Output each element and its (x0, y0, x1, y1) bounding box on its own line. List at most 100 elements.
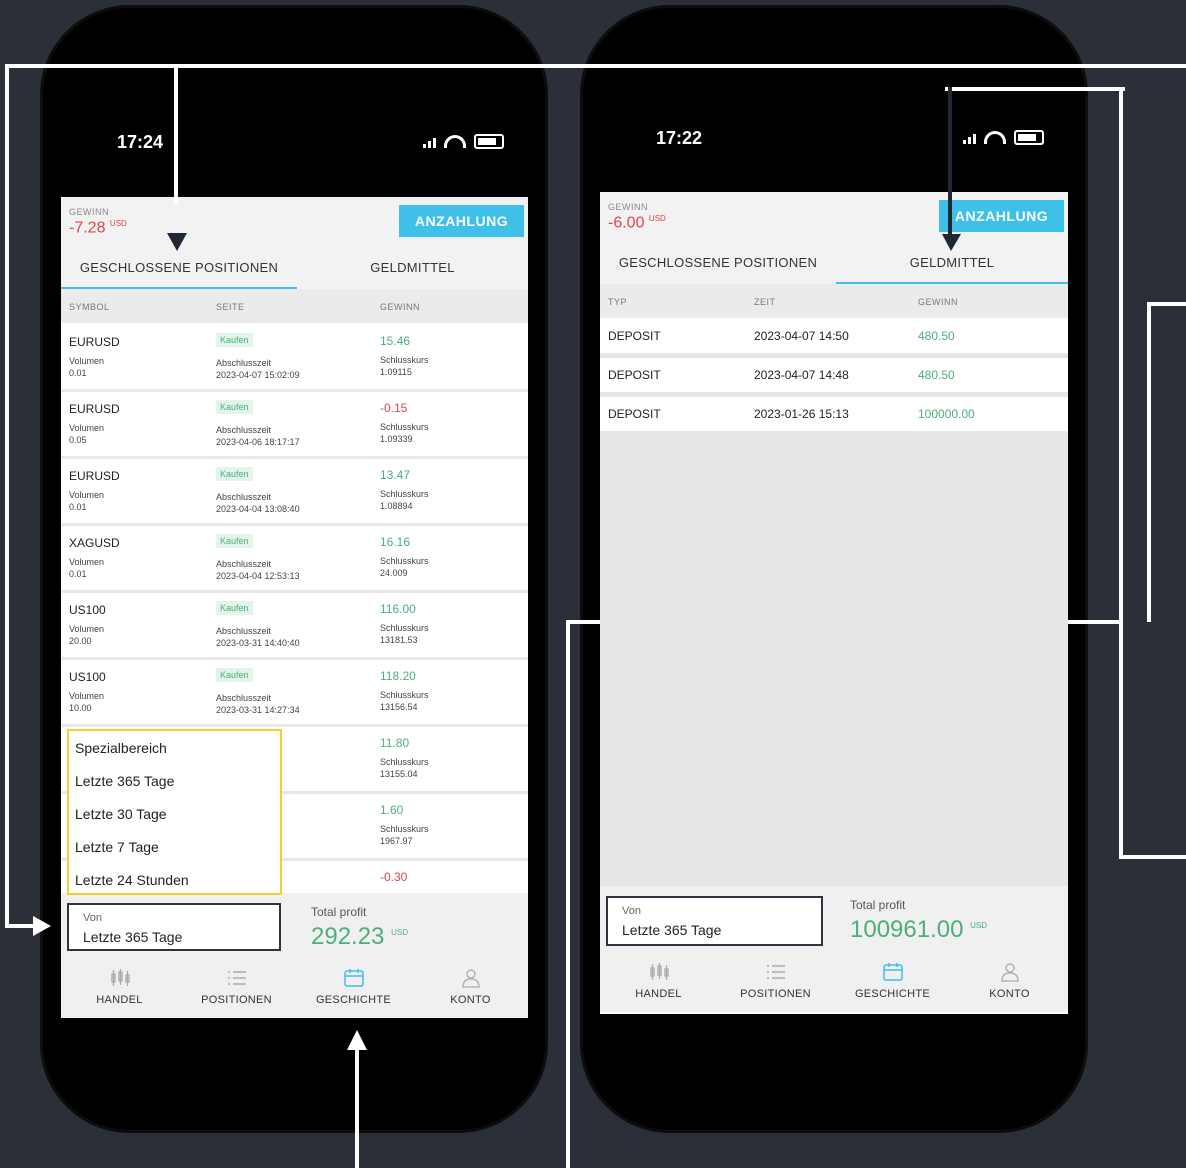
user-icon (462, 969, 480, 988)
annotation-line (5, 64, 9, 928)
row-side-badge: Kaufen (216, 400, 253, 414)
nav-history[interactable]: GESCHICHTE (295, 962, 412, 1018)
row-close-price: 1967.97 (380, 836, 413, 846)
status-bar: 17:24 (61, 120, 528, 197)
tab-closed-positions[interactable]: GESCHLOSSENE POSITIONEN (61, 249, 297, 289)
row-gain: 15.46 (380, 334, 411, 348)
row-symbol: US100 (69, 670, 106, 684)
row-symbol: US100 (69, 603, 106, 617)
annotation-line (5, 924, 35, 928)
row-gain: 11.80 (380, 736, 410, 750)
dropdown-option-24-hours[interactable]: Letzte 24 Stunden (75, 872, 189, 888)
row-time-label: Abschlusszeit (216, 358, 272, 368)
history-tabs: GESCHLOSSENE POSITIONEN GELDMITTEL (600, 244, 1068, 284)
row-volume: 0.01 (69, 502, 87, 512)
row-time-label: Abschlusszeit (216, 693, 272, 703)
row-volume: 0.01 (69, 569, 87, 579)
row-time-label: Abschlusszeit (216, 492, 272, 502)
annotation-line (945, 87, 1125, 91)
row-volume: 10.00 (69, 703, 92, 713)
list-item[interactable]: DEPOSIT 2023-01-26 15:13 100000.00 (600, 397, 1068, 431)
dropdown-option-30-days[interactable]: Letzte 30 Tage (75, 806, 167, 822)
table-row[interactable]: XAGUSD Volumen 0.01 Kaufen Abschlusszeit 2023… (61, 526, 528, 590)
tab-funds[interactable]: GELDMITTEL (297, 249, 528, 287)
summary-bar: Von Letzte 365 Tage Total profit 292.23 … (61, 893, 528, 962)
row-side-badge: Kaufen (216, 668, 253, 682)
row-gain: 13.47 (380, 468, 411, 482)
row-close-time: 2023-03-31 14:27:34 (216, 705, 300, 715)
row-side-badge: Kaufen (216, 601, 253, 615)
annotation-line (5, 64, 1186, 68)
period-selector[interactable]: Von Letzte 365 Tage (67, 903, 281, 951)
row-side-badge: Kaufen (216, 534, 253, 548)
wifi-icon (444, 135, 466, 148)
annotation-line (1147, 302, 1151, 622)
dropdown-option-custom[interactable]: Spezialbereich (75, 740, 167, 756)
table-row[interactable]: EURUSD Volumen 0.05 Kaufen Abschlusszeit 2023… (61, 392, 528, 456)
status-bar: 17:22 (600, 116, 1068, 192)
history-tabs: GESCHLOSSENE POSITIONEN GELDMITTEL (61, 249, 528, 289)
period-dropdown: Spezialbereich Letzte 365 Tage Letzte 30… (67, 729, 282, 895)
table-row[interactable]: EURUSD Volumen 0.01 Kaufen Abschlusszeit 2023… (61, 459, 528, 523)
dropdown-option-365-days[interactable]: Letzte 365 Tage (75, 773, 174, 789)
period-value: Letzte 365 Tage (622, 922, 722, 938)
row-volume: 20.00 (69, 636, 92, 646)
annotation-line (1147, 302, 1186, 306)
total-profit-value: 100961.00 USD (850, 916, 988, 943)
row-volume: 0.05 (69, 435, 87, 445)
row-symbol: EURUSD (69, 469, 120, 483)
annotation-line (1119, 87, 1123, 624)
calendar-icon (344, 969, 364, 987)
nav-positions[interactable]: POSITIONEN (178, 962, 295, 1018)
row-close-label: Schlusskurs (380, 556, 429, 566)
gain-label: GEWINN (69, 207, 109, 217)
gain-value: -7.28 USD (69, 219, 127, 237)
row-volume-label: Volumen (69, 490, 105, 500)
gain-value: -6.00 USD (608, 214, 666, 232)
tab-funds[interactable]: GELDMITTEL (836, 244, 1068, 284)
row-gain: -0.15 (380, 401, 408, 415)
nav-positions[interactable]: POSITIONEN (717, 956, 834, 1012)
row-close-time: 2023-04-04 13:08:40 (216, 504, 300, 514)
user-icon (1001, 963, 1019, 982)
total-profit-value: 292.23 USD (311, 923, 408, 950)
row-close-time: 2023-04-07 15:02:09 (216, 370, 300, 380)
list-item[interactable]: DEPOSIT 2023-04-07 14:50 480.50 (600, 319, 1068, 353)
nav-trade[interactable]: HANDEL (600, 956, 717, 1012)
row-close-label: Schlusskurs (380, 623, 429, 633)
nav-account[interactable]: KONTO (412, 962, 528, 1018)
table-row[interactable]: EURUSD Volumen 0.01 Kaufen Abschlusszeit 2023… (61, 325, 528, 389)
annotation-line (566, 620, 600, 624)
tab-closed-positions[interactable]: GESCHLOSSENE POSITIONEN (600, 244, 836, 282)
dropdown-option-7-days[interactable]: Letzte 7 Tage (75, 839, 159, 855)
row-time-label: Abschlusszeit (216, 559, 272, 569)
period-selector[interactable]: Von Letzte 365 Tage (606, 896, 823, 946)
row-close-label: Schlusskurs (380, 824, 429, 834)
table-row[interactable]: US100 Volumen 10.00 Kaufen Abschlusszeit 2023… (61, 660, 528, 724)
row-close-time: 2023-04-04 12:53:13 (216, 571, 300, 581)
row-volume-label: Volumen (69, 356, 105, 366)
funds-list: DEPOSIT 2023-04-07 14:50 480.50 DEPOSIT … (600, 319, 1068, 886)
row-volume-label: Volumen (69, 423, 105, 433)
nav-trade[interactable]: HANDEL (61, 962, 178, 1018)
nav-account[interactable]: KONTO (951, 956, 1068, 1012)
nav-history[interactable]: GESCHICHTE (834, 956, 951, 1012)
annotation-line (1068, 620, 1123, 624)
list-icon (228, 971, 246, 985)
list-item[interactable]: DEPOSIT 2023-04-07 14:48 480.50 (600, 358, 1068, 392)
deposit-button[interactable]: ANZAHLUNG (399, 205, 524, 237)
total-profit-label: Total profit (850, 898, 906, 912)
total-profit-label: Total profit (311, 905, 367, 919)
row-volume-label: Volumen (69, 557, 105, 567)
row-close-label: Schlusskurs (380, 757, 429, 767)
row-close-price: 1.09339 (380, 434, 413, 444)
row-symbol: EURUSD (69, 402, 120, 416)
deposit-button[interactable]: ANZAHLUNG (939, 200, 1064, 232)
row-close-price: 24.009 (380, 568, 408, 578)
candlestick-icon (111, 969, 130, 986)
table-row[interactable]: US100 Volumen 20.00 Kaufen Abschlusszeit 2023… (61, 593, 528, 657)
list-icon (767, 965, 785, 979)
row-gain: 1.60 (380, 803, 404, 817)
row-gain: 118.20 (380, 669, 416, 683)
gain-label: GEWINN (608, 202, 648, 212)
